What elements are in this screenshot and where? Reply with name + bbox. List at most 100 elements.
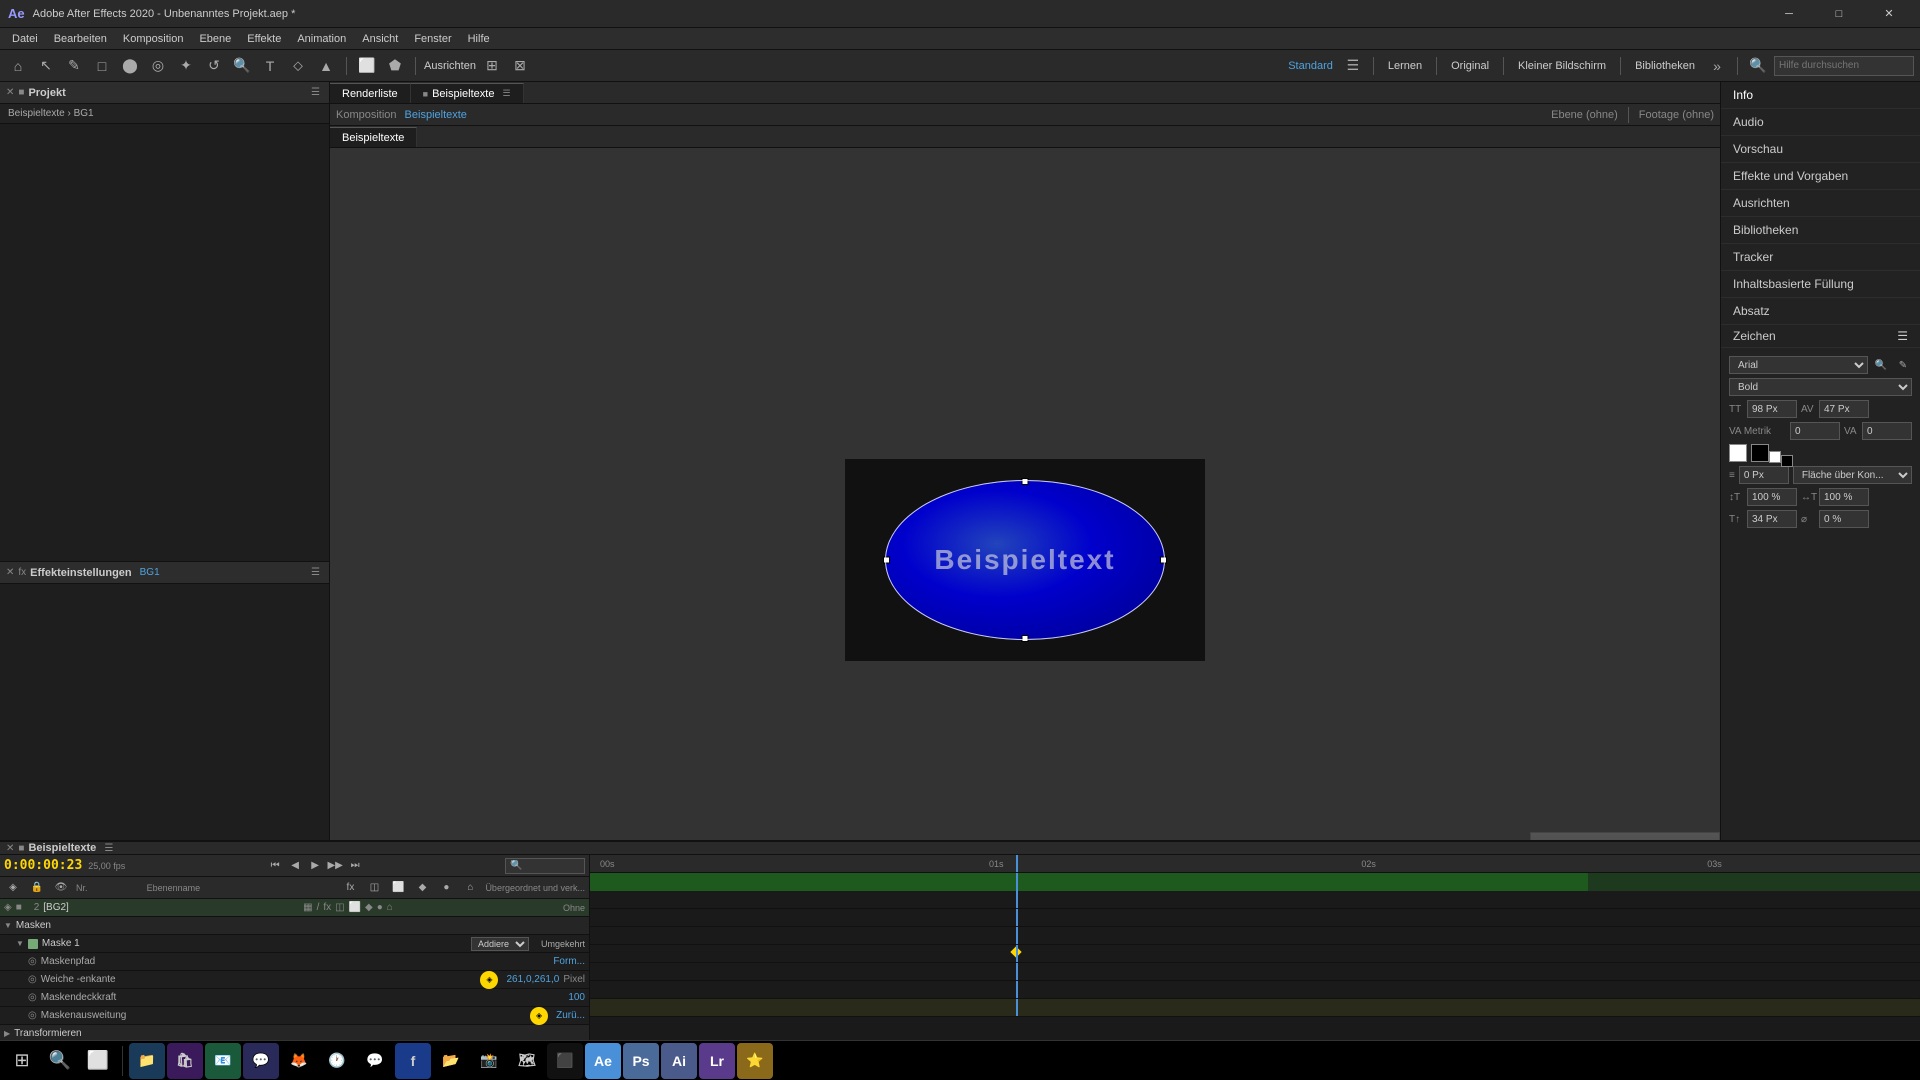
- start-button[interactable]: ⊞: [4, 1043, 40, 1079]
- keyframe-dot-ausw[interactable]: ◈: [530, 1007, 548, 1025]
- comp-tab-beispieltexte[interactable]: ■ Beispieltexte ☰: [411, 83, 524, 103]
- comp-tab-menu[interactable]: ☰: [502, 88, 510, 99]
- comp-menu-icon[interactable]: ☰: [104, 843, 113, 854]
- effects-icon[interactable]: fx: [341, 879, 359, 897]
- 3d-layer-icon[interactable]: ⬜: [389, 879, 407, 897]
- menu-hilfe[interactable]: Hilfe: [460, 28, 498, 50]
- switch7[interactable]: ●: [377, 902, 383, 913]
- more-workspaces[interactable]: »: [1705, 54, 1729, 78]
- baseline-input[interactable]: [1747, 510, 1797, 528]
- menu-animation[interactable]: Animation: [289, 28, 354, 50]
- workspace-menu[interactable]: ☰: [1341, 54, 1365, 78]
- maske1-row[interactable]: ▼ Maske 1 Addiere Umgekehrt: [0, 935, 589, 953]
- tool-pen[interactable]: ✎: [62, 54, 86, 78]
- switch4[interactable]: ◫: [335, 902, 344, 913]
- font-dropdown[interactable]: Arial: [1729, 356, 1868, 374]
- transform-expand[interactable]: ▶: [4, 1029, 10, 1038]
- close-project-icon[interactable]: ✕: [6, 87, 14, 98]
- tool-rotate[interactable]: ↺: [202, 54, 226, 78]
- zeichen-menu[interactable]: ☰: [1897, 329, 1908, 343]
- stroke-width-input[interactable]: [1739, 466, 1789, 484]
- transport-play[interactable]: ▶: [306, 857, 324, 875]
- transport-prev-frame[interactable]: ◀: [286, 857, 304, 875]
- color-swap2[interactable]: [1781, 455, 1793, 467]
- tool-fill[interactable]: ▲: [314, 54, 338, 78]
- layer-row-bg2-selected[interactable]: ◈ ■ 2 [BG2] ▦ / fx ◫ ⬜ ◆ ● ⌂ Ohne: [0, 899, 589, 917]
- maske1-expand[interactable]: ▼: [16, 939, 24, 948]
- right-panel-vorschau[interactable]: Vorschau: [1721, 136, 1920, 163]
- comp-tab-renderliste[interactable]: Renderliste: [330, 83, 411, 103]
- color-swap1[interactable]: [1769, 451, 1781, 463]
- coloring-icon[interactable]: ●: [437, 879, 455, 897]
- transport-next-frame[interactable]: ▶▶: [326, 857, 344, 875]
- vert-scale-input[interactable]: [1747, 488, 1797, 506]
- track-bg2-bar[interactable]: [590, 873, 1588, 891]
- menu-bearbeiten[interactable]: Bearbeiten: [46, 28, 115, 50]
- tool-paint[interactable]: ⬦: [286, 54, 310, 78]
- label-icon[interactable]: ◆: [413, 879, 431, 897]
- taskbar-app10[interactable]: ⬛: [547, 1043, 583, 1079]
- tool-move[interactable]: ↖: [34, 54, 58, 78]
- tool-extra2[interactable]: ⬟: [383, 54, 407, 78]
- taskbar-facebook[interactable]: f: [395, 1043, 431, 1079]
- viewer-tab-active[interactable]: Beispieltexte: [330, 127, 417, 147]
- transport-end[interactable]: ⏭: [346, 857, 364, 875]
- right-panel-zeichen[interactable]: Zeichen ☰: [1721, 325, 1920, 348]
- handle-right[interactable]: [1160, 557, 1167, 564]
- effect-menu-icon[interactable]: ☰: [308, 566, 323, 579]
- taskbar-ai[interactable]: Ai: [661, 1043, 697, 1079]
- fill-color[interactable]: [1729, 444, 1747, 462]
- menu-ebene[interactable]: Ebene: [191, 28, 239, 50]
- parent-icon[interactable]: ⌂: [461, 879, 479, 897]
- taskbar-app3[interactable]: 📧: [205, 1043, 241, 1079]
- right-panel-absatz[interactable]: Absatz: [1721, 298, 1920, 325]
- masks-expand[interactable]: ▼: [4, 921, 12, 930]
- taskbar-ps[interactable]: Ps: [623, 1043, 659, 1079]
- switch1[interactable]: ▦: [303, 902, 312, 913]
- maximize-button[interactable]: □: [1816, 0, 1862, 28]
- close-button[interactable]: ✕: [1866, 0, 1912, 28]
- taskbar-explorer[interactable]: 📂: [433, 1043, 469, 1079]
- right-panel-inhalt[interactable]: Inhaltsbasierte Füllung: [1721, 271, 1920, 298]
- switch2[interactable]: /: [317, 902, 320, 913]
- taskbar-firefox[interactable]: 🦊: [281, 1043, 317, 1079]
- tool-brush[interactable]: ⬤: [118, 54, 142, 78]
- renderliste-close[interactable]: ✕: [6, 843, 14, 854]
- align-btn1[interactable]: ⊞: [480, 54, 504, 78]
- switch3[interactable]: fx: [323, 902, 331, 913]
- help-search-input[interactable]: [1774, 56, 1914, 76]
- switch6[interactable]: ◆: [365, 902, 373, 913]
- track-bg2-3-bar[interactable]: [590, 999, 1920, 1016]
- lock-icon[interactable]: 🔒: [28, 879, 46, 897]
- tool-rect[interactable]: □: [90, 54, 114, 78]
- tool-eraser[interactable]: ✦: [174, 54, 198, 78]
- taskbar-lr[interactable]: Lr: [699, 1043, 735, 1079]
- handle-left[interactable]: [883, 557, 890, 564]
- handle-bottom[interactable]: [1022, 635, 1029, 642]
- tracking2-input[interactable]: [1819, 510, 1869, 528]
- tool-zoom[interactable]: 🔍: [230, 54, 254, 78]
- stroke-type-dropdown[interactable]: Fläche über Kon...: [1793, 466, 1912, 484]
- right-panel-info[interactable]: Info: [1721, 82, 1920, 109]
- right-panel-audio[interactable]: Audio: [1721, 109, 1920, 136]
- biblio-label[interactable]: Bibliotheken: [1629, 60, 1701, 72]
- learn-label[interactable]: Lernen: [1382, 60, 1428, 72]
- taskbar-map[interactable]: 🗺: [509, 1043, 545, 1079]
- search-taskbar[interactable]: 🔍: [42, 1043, 78, 1079]
- minimize-button[interactable]: ─: [1766, 0, 1812, 28]
- switch5[interactable]: ⬜: [349, 902, 361, 913]
- menu-fenster[interactable]: Fenster: [406, 28, 459, 50]
- tool-home[interactable]: ⌂: [6, 54, 30, 78]
- transport-start[interactable]: ⏮: [266, 857, 284, 875]
- tool-extra1[interactable]: ⬜: [355, 54, 379, 78]
- tool-text[interactable]: T: [258, 54, 282, 78]
- maske1-mode-dropdown[interactable]: Addiere: [471, 937, 529, 951]
- taskbar-messenger[interactable]: 💬: [357, 1043, 393, 1079]
- align-btn2[interactable]: ⊠: [508, 54, 532, 78]
- menu-datei[interactable]: Datei: [4, 28, 46, 50]
- taskbar-store[interactable]: 🛍: [167, 1043, 203, 1079]
- klein-label[interactable]: Kleiner Bildschirm: [1512, 60, 1612, 72]
- handle-top[interactable]: [1022, 478, 1029, 485]
- font-size-input[interactable]: [1747, 400, 1797, 418]
- right-panel-bibliotheken[interactable]: Bibliotheken: [1721, 217, 1920, 244]
